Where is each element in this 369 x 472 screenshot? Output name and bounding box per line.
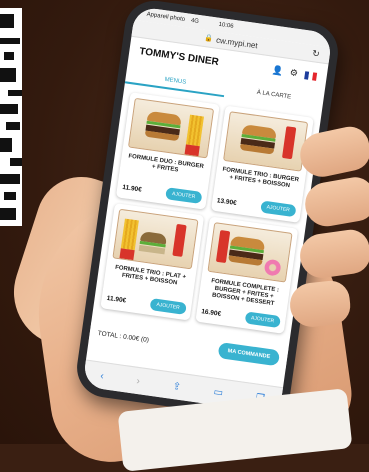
product-card[interactable]: FORMULE TRIO : PLAT + FRITES + BOISSON 1… bbox=[100, 203, 204, 321]
status-network: 4G bbox=[190, 17, 200, 25]
gear-icon[interactable]: ⚙ bbox=[289, 67, 298, 79]
forward-icon[interactable]: › bbox=[136, 375, 141, 386]
product-price: 11.90€ bbox=[121, 183, 143, 194]
add-button[interactable]: AJOUTER bbox=[244, 311, 281, 329]
product-image bbox=[206, 222, 293, 283]
add-button[interactable]: AJOUTER bbox=[149, 298, 187, 315]
product-card[interactable]: FORMULE TRIO : BURGER + FRITES + BOISSON… bbox=[210, 105, 314, 223]
product-price: 13.90€ bbox=[216, 196, 238, 207]
add-button[interactable]: AJOUTER bbox=[165, 187, 202, 204]
product-grid: FORMULE DUO : BURGER + FRITES 11.90€ AJO… bbox=[93, 83, 322, 338]
add-button[interactable]: AJOUTER bbox=[259, 200, 297, 218]
lock-icon: 🔒 bbox=[204, 34, 214, 44]
product-card[interactable]: FORMULE COMPLETE : BURGER + FRITES + BOI… bbox=[194, 216, 299, 334]
french-flag-icon[interactable] bbox=[304, 70, 318, 81]
bookmarks-icon[interactable]: ▭ bbox=[213, 386, 224, 398]
reload-icon[interactable]: ↻ bbox=[312, 48, 321, 60]
url-text: cw.mypi.net bbox=[215, 35, 259, 50]
cart-total: TOTAL : 0.00€ (0) bbox=[97, 329, 150, 344]
qr-code bbox=[0, 8, 22, 226]
share-icon[interactable]: ⇪ bbox=[172, 380, 182, 392]
product-price: 11.90€ bbox=[106, 294, 127, 305]
phone-screen: Appareil photo 4G 10:06 🔒 cw.mypi.net ↻ … bbox=[82, 6, 333, 414]
product-price: 16.90€ bbox=[200, 307, 222, 318]
status-carrier: Appareil photo bbox=[146, 11, 186, 23]
status-time: 10:06 bbox=[218, 21, 234, 30]
product-card[interactable]: FORMULE DUO : BURGER + FRITES 11.90€ AJO… bbox=[115, 92, 220, 210]
user-icon[interactable]: 👤 bbox=[271, 65, 284, 77]
product-image bbox=[112, 208, 199, 270]
product-image bbox=[222, 111, 309, 172]
product-image bbox=[127, 97, 214, 159]
back-icon[interactable]: ‹ bbox=[100, 370, 105, 381]
my-order-button[interactable]: MA COMMANDE bbox=[217, 342, 281, 367]
